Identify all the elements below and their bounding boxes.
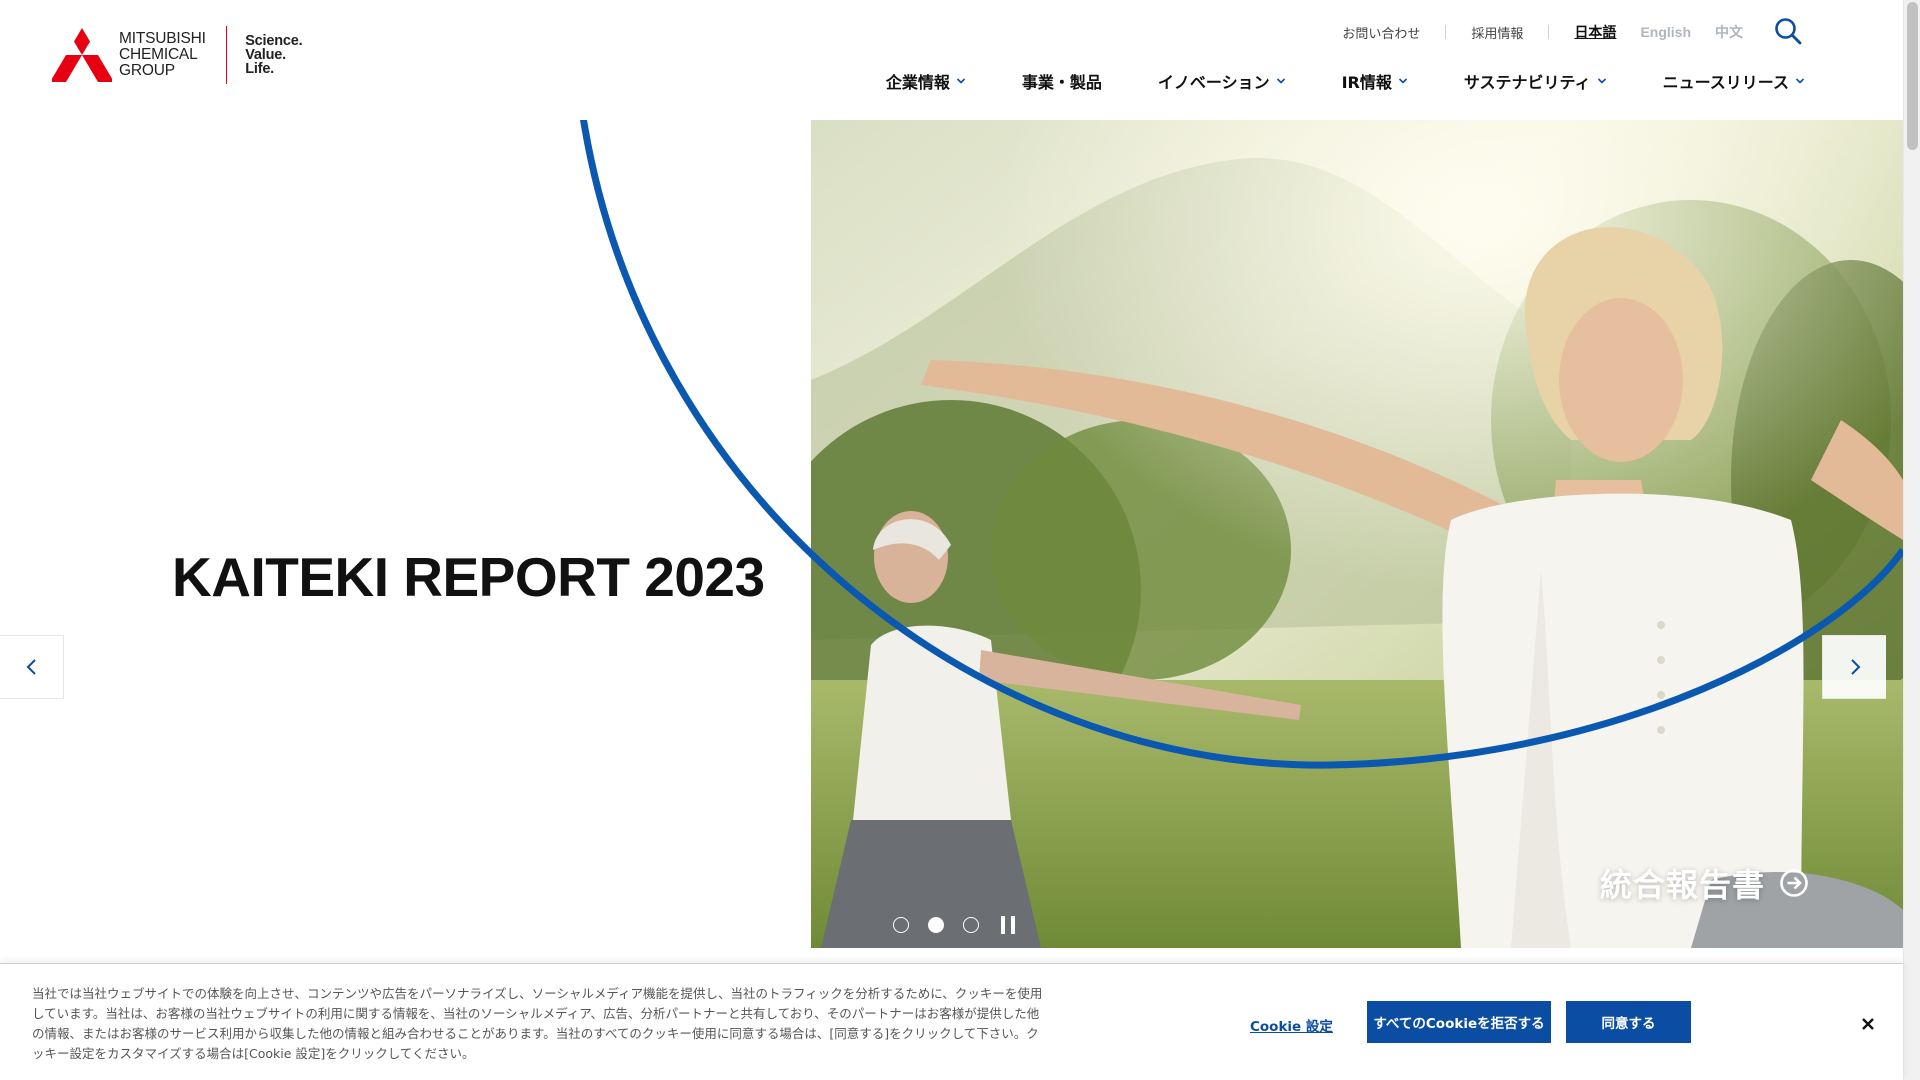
carousel-dot-2[interactable] (928, 917, 944, 933)
nav-label: ニュースリリース (1662, 73, 1789, 92)
logo-line-3: GROUP (119, 62, 175, 79)
nav-label: 事業・製品 (1021, 73, 1102, 92)
pause-icon (1001, 916, 1005, 934)
cookie-notice-text: 当社では当社ウェブサイトでの体験を向上させ、コンテンツや広告をパーソナライズし、… (32, 986, 1043, 1061)
chevron-down-icon (1597, 78, 1606, 84)
lang-japanese-link[interactable]: 日本語 (1574, 22, 1616, 42)
carousel-pause-button[interactable] (1001, 916, 1015, 934)
reject-all-cookies-button[interactable]: すべてのCookieを拒否する (1367, 1001, 1551, 1043)
logo-line-2: CHEMICAL (119, 46, 198, 63)
carousel-dot-1[interactable] (893, 917, 909, 933)
nav-company-info[interactable]: 企業情報 (886, 69, 966, 93)
scrollbar-thumb[interactable] (1907, 2, 1918, 150)
chevron-down-icon (1398, 78, 1407, 84)
search-icon (1775, 18, 1802, 45)
utility-bar: お問い合わせ 採用情報 日本語 English 中文 (1342, 22, 1743, 42)
hero-photo-yoga[interactable] (811, 120, 1903, 948)
divider (1445, 25, 1447, 39)
chevron-right-icon (1850, 659, 1860, 675)
nav-label: イノベーション (1157, 73, 1270, 92)
hero-image (811, 120, 1903, 948)
nav-ir-info[interactable]: IR情報 (1342, 69, 1408, 93)
integrated-report-link[interactable]: 統合報告書 (1600, 860, 1809, 906)
nav-sustainability[interactable]: サステナビリティ (1464, 69, 1607, 93)
carousel-pagination (893, 916, 1015, 934)
accept-cookies-button[interactable]: 同意する (1566, 1001, 1691, 1043)
nav-label: サステナビリティ (1463, 73, 1591, 92)
close-icon[interactable] (1860, 1016, 1876, 1032)
cookie-banner: 当社では当社ウェブサイトでの体験を向上させ、コンテンツや広告をパーソナライズし、… (0, 963, 1903, 1080)
divider (1548, 25, 1550, 39)
nav-innovation[interactable]: イノベーション (1158, 69, 1286, 93)
cookie-settings-link[interactable]: Cookie 設定 (1250, 1015, 1333, 1035)
carousel-next-button[interactable] (1822, 635, 1886, 699)
logo-line-1: MITSUBISHI (119, 30, 206, 47)
carousel-dot-3[interactable] (963, 917, 979, 933)
site-header: MITSUBISHI CHEMICAL GROUP Science. Value… (0, 0, 1903, 120)
chevron-down-icon (1795, 78, 1805, 84)
nav-business-products[interactable]: 事業・製品 (1022, 69, 1102, 93)
cta-label: 統合報告書 (1600, 866, 1766, 904)
logo-divider (225, 26, 228, 84)
hero-title: KAITEKI REPORT 2023 (172, 546, 765, 608)
main-nav: 企業情報 事業・製品 イノベーション IR情報 サステナビリティ ニュースリリー… (886, 69, 1805, 93)
logo-wordmark: MITSUBISHI CHEMICAL GROUP (119, 31, 206, 79)
nav-label: 企業情報 (885, 73, 950, 92)
tagline-line-3: Life. (245, 61, 275, 77)
carousel-prev-button[interactable] (0, 635, 64, 699)
contact-link[interactable]: お問い合わせ (1342, 23, 1420, 42)
logo-tagline: Science. Value. Life. (245, 33, 303, 77)
lang-english-link[interactable]: English (1640, 24, 1691, 40)
company-logo[interactable]: MITSUBISHI CHEMICAL GROUP Science. Value… (52, 26, 303, 84)
arrow-circle-right-icon (1780, 869, 1808, 897)
careers-link[interactable]: 採用情報 (1471, 23, 1523, 42)
pause-icon (1011, 916, 1015, 934)
lang-chinese-link[interactable]: 中文 (1715, 22, 1743, 42)
hero-bottom-strip (811, 948, 1551, 964)
hero-carousel: KAITEKI REPORT 2023 統合報告書 (0, 120, 1903, 948)
tagline-line-2: Value. (245, 47, 286, 63)
search-button[interactable] (1773, 16, 1803, 46)
nav-label: IR情報 (1341, 73, 1392, 92)
chevron-left-icon (26, 659, 36, 675)
tagline-line-1: Science. (245, 33, 303, 49)
nav-news-releases[interactable]: ニュースリリース (1663, 69, 1805, 93)
chevron-down-icon (1276, 78, 1285, 84)
page-scrollbar[interactable] (1903, 0, 1920, 1080)
three-diamonds-logo-icon (52, 28, 112, 82)
chevron-down-icon (956, 78, 965, 84)
